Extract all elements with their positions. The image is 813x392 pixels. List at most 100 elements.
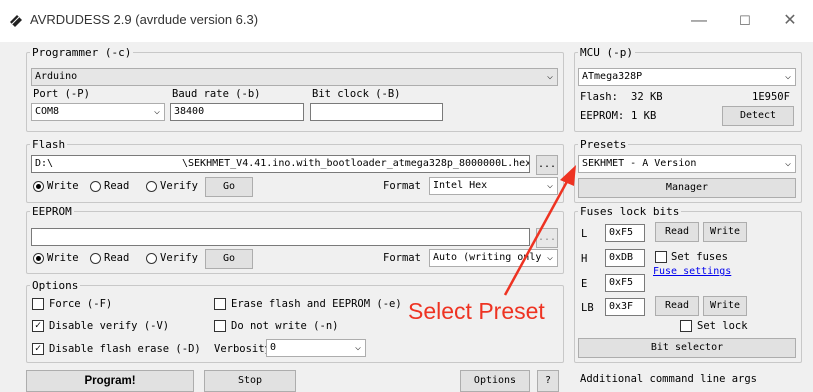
lockbits-label: LB [581,302,594,314]
mcu-select[interactable]: ATmega328P ⌵ [578,68,796,86]
baud-input[interactable]: 38400 [170,103,304,121]
eeprom-verify-radio[interactable] [146,253,157,264]
signature-value: 1E950F [752,91,790,103]
flash-path-file: \SEKHMET_V4.41.ino.with_bootloader_atmeg… [182,158,530,169]
maximize-button[interactable]: ☐ [722,8,768,34]
presets-select[interactable]: SEKHMET - A Version ⌵ [578,155,796,173]
erase-flash-label: Erase flash and EEPROM (-e) [231,298,402,310]
stop-button[interactable]: Stop [204,370,296,392]
flash-write-radio[interactable] [33,181,44,192]
bitclock-label: Bit clock (-B) [312,88,401,100]
presets-group-label: Presets [578,138,629,151]
flash-go-button[interactable]: Go [205,177,253,197]
presets-manager-button[interactable]: Manager [578,178,796,198]
chevron-down-icon: ⌵ [546,180,553,191]
disable-verify-checkbox[interactable]: ✓ [32,320,44,332]
options-button[interactable]: Options [460,370,530,392]
set-fuses-checkbox[interactable] [655,251,667,263]
minimize-button[interactable]: — [676,8,722,34]
flash-format-value: Intel Hex [433,180,488,191]
baud-label: Baud rate (-b) [172,88,261,100]
lock-read-button[interactable]: Read [655,296,699,316]
programmer-group-label: Programmer (-c) [30,46,134,59]
presets-value: SEKHMET - A Version [582,158,697,169]
fuses-group-label: Fuses lock bits [578,205,682,218]
flash-format-select[interactable]: Intel Hex ⌵ [429,177,558,195]
program-button[interactable]: Program! [26,370,194,392]
chevron-down-icon: ⌵ [354,342,361,353]
fuse-e-input[interactable]: 0xF5 [605,274,645,292]
fuses-write-button[interactable]: Write [703,222,747,242]
lockbits-input[interactable]: 0x3F [605,298,645,316]
chevron-down-icon: ⌵ [546,71,553,82]
flash-size-label: Flash: [580,91,618,103]
flash-path-input[interactable]: D:\ \SEKHMET_V4.41.ino.with_bootloader_at… [31,155,530,173]
force-checkbox[interactable] [32,298,44,310]
set-fuses-label: Set fuses [671,251,728,263]
detect-button[interactable]: Detect [722,106,794,126]
fuse-l-input[interactable]: 0xF5 [605,224,645,242]
verbosity-select[interactable]: 0 ⌵ [266,339,366,357]
eeprom-write-label: Write [47,252,79,264]
set-lock-label: Set lock [697,320,748,332]
programmer-select[interactable]: Arduino ⌵ [31,68,558,86]
mcu-value: ATmega328P [582,71,643,82]
set-lock-checkbox[interactable] [680,320,692,332]
fuse-h-label: H [581,253,588,265]
annotation-text: Select Preset [408,298,545,324]
mcu-group-label: MCU (-p) [578,46,635,59]
bitclock-input[interactable] [310,103,443,121]
bit-selector-button[interactable]: Bit selector [578,338,796,358]
flash-read-radio[interactable] [90,181,101,192]
flash-browse-button[interactable]: ... [536,155,558,175]
verbosity-label: Verbosity [214,343,271,355]
do-not-write-checkbox[interactable] [214,320,226,332]
eeprom-format-select[interactable]: Auto (writing only ⌵ [429,249,558,267]
eeprom-path-input[interactable] [31,228,530,246]
fuse-settings-link[interactable]: Fuse settings [653,266,731,277]
chevron-down-icon: ⌵ [546,252,553,263]
disable-verify-label: Disable verify (-V) [49,320,170,332]
eeprom-go-button[interactable]: Go [205,249,253,269]
fuse-h-input[interactable]: 0xDB [605,249,645,267]
erase-flash-checkbox[interactable] [214,298,226,310]
flash-verify-radio[interactable] [146,181,157,192]
close-button[interactable]: ✕ [767,8,813,34]
eeprom-format-value: Auto (writing only [433,252,542,263]
force-label: Force (-F) [49,298,113,310]
flash-read-label: Read [104,180,130,192]
fuses-read-button[interactable]: Read [655,222,699,242]
fuse-l-label: L [581,228,588,240]
verbosity-value: 0 [270,342,277,353]
eeprom-verify-label: Verify [160,252,198,264]
flash-format-label: Format [383,180,421,192]
programmer-value: Arduino [35,71,78,82]
additional-args-label: Additional command line args [580,373,758,385]
options-group-label: Options [30,279,81,292]
fuse-e-label: E [581,278,588,290]
eeprom-size-value: 1 KB [631,110,657,122]
disable-flash-erase-label: Disable flash erase (-D) [49,343,201,355]
chevron-down-icon: ⌵ [153,106,160,117]
chip-icon [10,15,22,27]
chevron-down-icon: ⌵ [784,158,791,169]
port-value: COM8 [35,106,60,117]
eeprom-group-label: EEPROM [30,205,74,218]
do-not-write-label: Do not write (-n) [231,320,339,332]
flash-group-label: Flash [30,138,68,151]
eeprom-read-radio[interactable] [90,253,101,264]
lock-write-button[interactable]: Write [703,296,747,316]
eeprom-size-label: EEPROM: [580,110,625,122]
help-button[interactable]: ? [537,370,559,392]
flash-path-prefix: D:\ [35,158,54,169]
flash-size-value: 32 KB [631,91,663,103]
port-select[interactable]: COM8 ⌵ [31,103,165,121]
disable-flash-erase-checkbox[interactable]: ✓ [32,343,44,355]
eeprom-write-radio[interactable] [33,253,44,264]
eeprom-browse-button[interactable]: ... [536,228,558,248]
window-title: AVRDUDESS 2.9 (avrdude version 6.3) [30,12,259,27]
flash-write-label: Write [47,180,79,192]
port-label: Port (-P) [33,88,90,100]
flash-verify-label: Verify [160,180,198,192]
chevron-down-icon: ⌵ [784,71,791,82]
